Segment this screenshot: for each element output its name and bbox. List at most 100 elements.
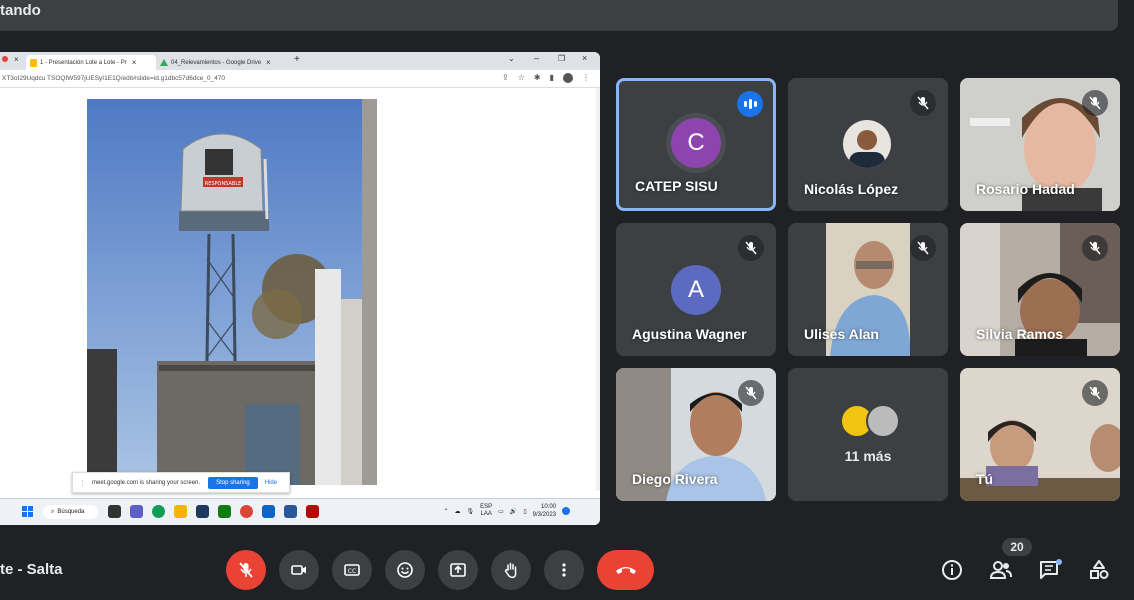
raise-hand-button[interactable] xyxy=(491,550,531,590)
teams-icon[interactable] xyxy=(130,505,143,518)
vscode-icon[interactable] xyxy=(262,505,275,518)
windows-taskbar: ⌕ Búsqueda ⌃ ☁ 🎙 ESP LAA ▭ 🔊 ▯ 10:00 9/3/2… xyxy=(0,498,600,525)
bookmark-star-icon[interactable]: ☆ xyxy=(518,73,525,83)
extensions-icon[interactable]: ✱ xyxy=(534,73,541,83)
taskbar-search[interactable]: ⌕ Búsqueda xyxy=(43,505,98,519)
windows-start-icon[interactable] xyxy=(22,506,33,517)
share-page-icon[interactable]: ⇪ xyxy=(502,73,509,83)
cloud-icon[interactable]: ☁ xyxy=(455,508,461,515)
participant-tile-ulises[interactable]: Ulises Alan xyxy=(788,223,948,356)
window-close-icon[interactable]: × xyxy=(582,53,587,63)
presenting-banner: tando xyxy=(0,0,1118,31)
store-icon[interactable] xyxy=(196,505,209,518)
reactions-button[interactable] xyxy=(385,550,425,590)
participant-tile-agustina[interactable]: A Agustina Wagner xyxy=(616,223,776,356)
meeting-title: te - Salta xyxy=(0,561,63,578)
info-icon xyxy=(942,560,962,580)
scrollbar[interactable] xyxy=(596,88,600,491)
stop-sharing-button[interactable]: Stop sharing xyxy=(208,476,258,489)
participant-name: Diego Rivera xyxy=(632,471,718,487)
mic-off-icon xyxy=(910,90,936,116)
captions-icon: CC xyxy=(344,564,360,576)
present-screen-icon xyxy=(450,563,466,577)
record-icon xyxy=(2,56,8,62)
clock[interactable]: 10:00 9/3/2023 xyxy=(533,503,556,519)
edge-icon[interactable] xyxy=(152,505,165,518)
slide-photo: RESPONSABLE xyxy=(87,99,377,485)
leave-call-button[interactable] xyxy=(597,550,654,590)
sidepanel-icon[interactable]: ▮ xyxy=(550,73,554,83)
search-label: Búsqueda xyxy=(57,509,85,515)
drag-handle-icon[interactable]: ⋮ xyxy=(79,479,86,487)
tab-search-icon[interactable]: ⌄ xyxy=(508,54,515,63)
meeting-details-button[interactable] xyxy=(939,557,965,583)
menu-dots-icon[interactable]: ⋮ xyxy=(582,73,590,83)
sharing-message: meet.google.com is sharing your screen. xyxy=(92,479,201,486)
chrome-icon[interactable] xyxy=(240,505,253,518)
avatar xyxy=(843,120,891,168)
participant-count-badge: 20 xyxy=(1002,538,1032,556)
participant-name: Agustina Wagner xyxy=(632,326,747,342)
close-icon[interactable]: × xyxy=(14,55,19,64)
hang-up-icon xyxy=(615,567,636,574)
mic-off-icon xyxy=(239,562,253,578)
tank-label: RESPONSABLE xyxy=(205,181,242,187)
activities-icon xyxy=(1090,560,1109,579)
acrobat-icon[interactable] xyxy=(306,505,319,518)
more-participants-tile[interactable]: 11 más xyxy=(788,368,948,501)
participant-tile-rosario[interactable]: Rosario Hadad xyxy=(960,78,1120,211)
restore-icon[interactable]: ❐ xyxy=(558,54,565,63)
tab-close-icon[interactable]: × xyxy=(266,58,271,67)
more-participants-label: 11 más xyxy=(844,448,892,464)
tab-close-icon[interactable]: × xyxy=(132,58,137,67)
network-icon[interactable]: ▭ xyxy=(498,508,504,515)
mic-toggle-button[interactable] xyxy=(226,550,266,590)
participant-tile-self[interactable]: Tú xyxy=(960,368,1120,501)
more-vert-icon xyxy=(562,563,566,577)
new-tab-icon[interactable]: + xyxy=(294,54,300,65)
participant-tile-nicolas[interactable]: Nicolás López xyxy=(788,78,948,211)
url-text[interactable]: XT3oI29Uqdcu TSOQIW597jUESyI1E1Q/edit#sl… xyxy=(2,75,225,82)
mic-off-icon xyxy=(1082,90,1108,116)
participant-name: Silvia Ramos xyxy=(976,326,1064,342)
profile-photo xyxy=(849,130,885,168)
volume-icon[interactable]: 🔊 xyxy=(510,508,517,515)
participant-tile-catep[interactable]: C CATEP SISU xyxy=(616,78,776,211)
xbox-icon[interactable] xyxy=(218,505,231,518)
chat-button[interactable] xyxy=(1037,557,1063,583)
participant-tile-silvia[interactable]: Silvia Ramos xyxy=(960,223,1120,356)
captions-button[interactable]: CC xyxy=(332,550,372,590)
task-view-icon[interactable] xyxy=(108,505,121,518)
language-indicator[interactable]: ESP LAA xyxy=(480,504,492,518)
mic-off-icon xyxy=(910,235,936,261)
activities-button[interactable] xyxy=(1086,557,1112,583)
hide-button[interactable]: Hide xyxy=(265,480,277,486)
banner-title: tando xyxy=(0,2,41,19)
word-icon[interactable] xyxy=(284,505,297,518)
avatar: C xyxy=(671,118,721,168)
profile-avatar[interactable] xyxy=(563,73,573,83)
emoji-icon xyxy=(397,562,413,578)
drive-icon xyxy=(160,59,168,66)
notification-icon[interactable] xyxy=(562,507,570,515)
people-button[interactable] xyxy=(988,557,1014,583)
taskbar-apps xyxy=(108,505,319,518)
address-bar[interactable]: XT3oI29Uqdcu TSOQIW597jUESyI1E1Q/edit#sl… xyxy=(0,70,600,88)
mic-icon[interactable]: 🎙 xyxy=(467,508,475,515)
file-explorer-icon[interactable] xyxy=(174,505,187,518)
minimize-icon[interactable]: – xyxy=(534,53,539,63)
present-button[interactable] xyxy=(438,550,478,590)
browser-tab-drive[interactable]: 04_Relevamientos - Google Drive × xyxy=(156,55,294,70)
browser-tab-slides[interactable]: 1 - Presentación Lote a Lote - Pr × xyxy=(26,55,156,70)
battery-icon[interactable]: ▯ xyxy=(523,508,526,515)
participant-tile-diego[interactable]: Diego Rivera xyxy=(616,368,776,501)
avatar xyxy=(866,404,900,438)
mic-off-icon xyxy=(738,380,764,406)
more-options-button[interactable] xyxy=(544,550,584,590)
participant-name: Tú xyxy=(976,471,994,487)
hand-icon xyxy=(504,562,517,579)
participant-name: Rosario Hadad xyxy=(976,181,1075,197)
camera-toggle-button[interactable] xyxy=(279,550,319,590)
video-camera-icon xyxy=(291,565,306,575)
tray-chevron-icon[interactable]: ⌃ xyxy=(444,508,449,515)
